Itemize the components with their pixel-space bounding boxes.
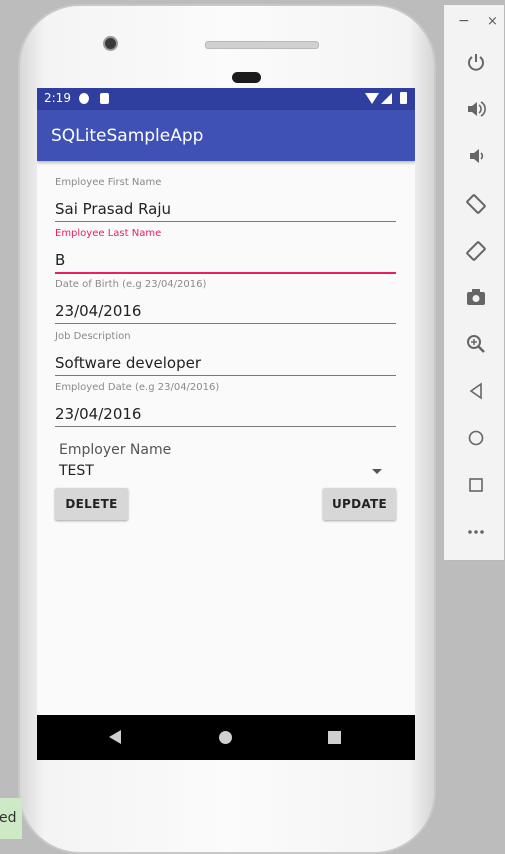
back-icon[interactable] <box>464 381 488 405</box>
job-description-label: Job Description <box>55 331 131 342</box>
sd-card-icon <box>100 93 109 104</box>
first-name-input[interactable]: Sai Prasad Raju <box>55 197 396 222</box>
app-bar: SQLiteSampleApp <box>37 110 415 161</box>
employer-name-label: Employer Name <box>59 442 172 458</box>
dropdown-arrow-icon[interactable] <box>372 469 382 474</box>
rotate-left-icon[interactable] <box>464 193 488 217</box>
update-button[interactable]: UPDATE <box>323 488 396 520</box>
nav-home-icon[interactable] <box>219 731 232 744</box>
minimize-icon[interactable]: − <box>458 13 470 29</box>
volume-down-icon[interactable] <box>464 146 488 170</box>
status-time: 2:19 <box>44 91 71 105</box>
toast-text: ed in <box>0 810 22 826</box>
last-name-field[interactable]: Employee Last Name B <box>55 227 396 274</box>
signal-icon <box>381 93 392 104</box>
home-icon[interactable] <box>464 428 488 452</box>
status-bar: 2:19 <box>37 88 415 110</box>
date-of-birth-label: Date of Birth (e.g 23/04/2016) <box>55 279 207 290</box>
rotate-right-icon[interactable] <box>464 240 488 264</box>
zoom-icon[interactable] <box>464 334 488 358</box>
job-description-field[interactable]: Job Description Software developer <box>55 330 396 376</box>
job-description-input[interactable]: Software developer <box>55 351 396 376</box>
overview-icon[interactable] <box>464 475 488 499</box>
more-icon[interactable] <box>464 522 488 546</box>
app-title: SQLiteSampleApp <box>51 126 204 146</box>
navigation-bar <box>37 715 415 760</box>
first-name-label: Employee First Name <box>55 177 162 188</box>
first-name-field[interactable]: Employee First Name Sai Prasad Raju <box>55 176 396 222</box>
close-icon[interactable]: × <box>487 14 498 29</box>
toast-message: ed in <box>0 798 22 839</box>
camera-icon[interactable] <box>464 287 488 311</box>
last-name-input[interactable]: B <box>55 248 396 274</box>
date-of-birth-input[interactable]: 23/04/2016 <box>55 299 396 324</box>
last-name-label: Employee Last Name <box>55 228 162 239</box>
emulator-toolbar: − × <box>443 4 505 561</box>
nav-back-icon[interactable] <box>109 730 121 744</box>
battery-icon <box>400 92 407 104</box>
employed-date-input[interactable]: 23/04/2016 <box>55 402 396 427</box>
employed-date-field[interactable]: Employed Date (e.g 23/04/2016) 23/04/201… <box>55 381 396 427</box>
wifi-icon <box>365 93 379 104</box>
employed-date-label: Employed Date (e.g 23/04/2016) <box>55 382 220 393</box>
volume-up-icon[interactable] <box>464 99 488 123</box>
delete-button[interactable]: DELETE <box>55 488 128 520</box>
proximity-sensor <box>232 72 261 83</box>
earpiece-speaker <box>205 41 319 49</box>
front-camera <box>103 36 118 51</box>
notification-icon <box>79 93 89 104</box>
power-icon[interactable] <box>464 52 488 76</box>
date-of-birth-field[interactable]: Date of Birth (e.g 23/04/2016) 23/04/201… <box>55 278 396 324</box>
nav-recents-icon[interactable] <box>328 731 341 744</box>
employer-name-spinner[interactable]: TEST <box>59 463 94 479</box>
device-screen: 2:19 SQLiteSampleApp Employee First Name… <box>37 88 415 760</box>
